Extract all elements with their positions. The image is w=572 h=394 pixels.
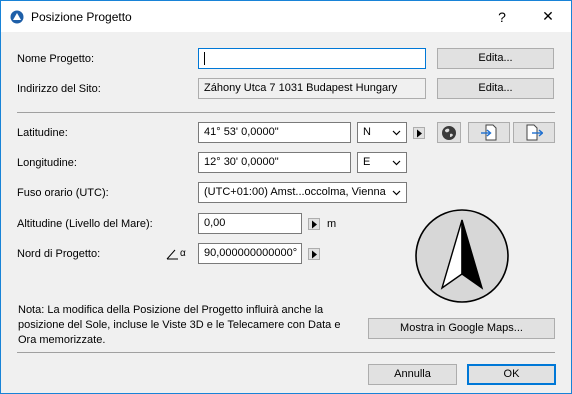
project-north-input[interactable]: 90,000000000000° (198, 243, 302, 264)
export-button[interactable] (513, 122, 555, 143)
project-name-input[interactable] (198, 48, 426, 69)
latitude-direction-select[interactable]: N (357, 122, 407, 143)
close-button[interactable]: ✕ (525, 1, 571, 32)
edit-site-address-button[interactable]: Edita... (437, 78, 554, 99)
latitude-label: Latitudine: (17, 127, 68, 139)
app-icon (10, 10, 24, 24)
google-maps-button[interactable]: Mostra in Google Maps... (368, 318, 555, 339)
longitude-input[interactable]: 12° 30' 0,0000" (198, 152, 351, 173)
longitude-direction-select[interactable]: E (357, 152, 407, 173)
title-bar[interactable]: Posizione Progetto ? ✕ (1, 1, 571, 32)
angle-icon (166, 249, 178, 260)
longitude-label: Longitudine: (17, 157, 77, 169)
altitude-input[interactable]: 0,00 (198, 213, 302, 234)
longitude-direction-value: E (363, 156, 371, 168)
help-button[interactable]: ? (479, 1, 525, 32)
site-address-label: Indirizzo del Sito: (17, 83, 101, 95)
import-button[interactable] (468, 122, 510, 143)
project-name-label: Nome Progetto: (17, 53, 95, 65)
timezone-value: (UTC+01:00) Amst...occolma, Vienna (204, 186, 386, 198)
dialog-window: Posizione Progetto ? ✕ Nome Progetto: Ed… (0, 0, 572, 394)
altitude-label: Altitudine (Livello del Mare): (17, 218, 153, 230)
latitude-direction-value: N (363, 126, 371, 138)
triangle-right-icon (312, 250, 317, 259)
export-file-icon (526, 124, 543, 141)
edit-project-name-button[interactable]: Edita... (437, 48, 554, 69)
latitude-arrow-button[interactable] (413, 127, 425, 139)
project-north-label: Nord di Progetto: (17, 248, 101, 260)
globe-button[interactable] (437, 122, 461, 143)
triangle-right-icon (417, 129, 422, 138)
text-caret (204, 51, 205, 65)
altitude-unit: m (327, 218, 337, 230)
timezone-select[interactable]: (UTC+01:00) Amst...occolma, Vienna (198, 182, 407, 203)
latitude-input[interactable]: 41° 53' 0,0000" (198, 122, 351, 143)
site-address-field: Záhony Utca 7 1031 Budapest Hungary (198, 78, 426, 99)
globe-icon (442, 125, 456, 140)
chevron-down-icon (392, 130, 401, 136)
altitude-arrow-button[interactable] (308, 218, 320, 230)
separator (17, 352, 555, 353)
compass-icon[interactable] (414, 208, 510, 304)
cancel-button[interactable]: Annulla (368, 364, 457, 385)
chevron-down-icon (392, 190, 401, 196)
project-north-arrow-button[interactable] (308, 248, 320, 260)
ok-button[interactable]: OK (467, 364, 556, 385)
window-title: Posizione Progetto (31, 10, 132, 24)
triangle-right-icon (312, 220, 317, 229)
timezone-label: Fuso orario (UTC): (17, 187, 109, 199)
note-text: Nota: La modifica della Posizione del Pr… (18, 304, 341, 346)
angle-symbol: α (180, 248, 186, 259)
chevron-down-icon (392, 160, 401, 166)
import-file-icon (481, 124, 497, 141)
separator (17, 112, 555, 113)
